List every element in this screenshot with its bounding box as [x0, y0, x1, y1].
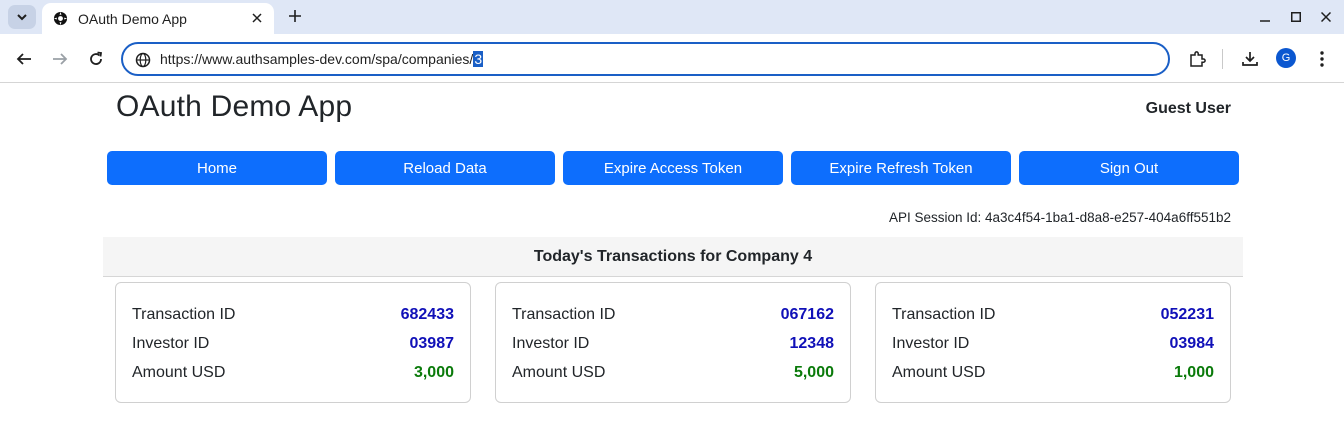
url-text[interactable]: https://www.authsamples-dev.com/spa/comp… — [160, 51, 484, 67]
back-button[interactable] — [11, 46, 37, 72]
chevron-down-icon — [17, 14, 27, 21]
amount-value: 3,000 — [413, 364, 454, 381]
amount-value: 1,000 — [1173, 364, 1214, 381]
downloads-button[interactable] — [1237, 46, 1263, 72]
browser-toolbar: https://www.authsamples-dev.com/spa/comp… — [0, 34, 1344, 83]
amount-label: Amount USD — [132, 364, 226, 381]
maximize-button[interactable] — [1285, 6, 1307, 28]
reload-icon — [90, 51, 103, 65]
investor-id-value: 03984 — [1169, 335, 1215, 352]
transaction-card: Transaction ID 052231 Investor ID 03984 … — [875, 282, 1231, 403]
minimize-button[interactable] — [1254, 6, 1276, 28]
url-prefix: https://www.authsamples-dev.com/spa/comp… — [160, 51, 474, 67]
api-session-id: API Session Id: 4a3c4f54-1ba1-d8a8-e257-… — [888, 210, 1231, 225]
tab-strip: OAuth Demo App — [0, 0, 1344, 34]
transaction-card: Transaction ID 682433 Investor ID 03987 … — [115, 282, 471, 403]
amount-label: Amount USD — [892, 364, 986, 381]
investor-id-row: Investor ID 03987 — [132, 333, 454, 355]
download-icon — [1242, 52, 1258, 66]
transaction-id-value: 052231 — [1160, 306, 1214, 323]
app-title: OAuth Demo App — [116, 90, 353, 123]
transaction-id-row: Transaction ID 067162 — [512, 304, 834, 326]
site-info-icon[interactable] — [134, 51, 152, 69]
transaction-id-value: 682433 — [400, 306, 454, 323]
tab-search-button[interactable] — [8, 5, 36, 29]
favicon-icon — [52, 11, 68, 27]
amount-value: 5,000 — [793, 364, 834, 381]
amount-row: Amount USD 1,000 — [892, 362, 1214, 384]
page-content: OAuth Demo App Guest User Home Reload Da… — [0, 84, 1344, 425]
browser-tab[interactable]: OAuth Demo App — [42, 3, 274, 34]
transaction-id-value: 067162 — [780, 306, 834, 323]
amount-row: Amount USD 3,000 — [132, 362, 454, 384]
profile-avatar[interactable]: G — [1276, 48, 1296, 68]
browser-menu-button[interactable] — [1309, 46, 1335, 72]
toolbar-divider — [1222, 49, 1223, 69]
expire-access-token-button[interactable]: Expire Access Token — [563, 151, 783, 185]
transaction-card: Transaction ID 067162 Investor ID 12348 … — [495, 282, 851, 403]
investor-id-label: Investor ID — [892, 335, 970, 352]
puzzle-icon — [1190, 51, 1206, 67]
reload-button[interactable] — [83, 46, 109, 72]
new-tab-button[interactable] — [283, 4, 307, 28]
transaction-id-label: Transaction ID — [512, 306, 616, 323]
url-selection: 3 — [473, 51, 484, 67]
transaction-id-label: Transaction ID — [892, 306, 996, 323]
close-icon — [1321, 12, 1331, 22]
forward-button[interactable] — [47, 46, 73, 72]
close-window-button[interactable] — [1315, 6, 1337, 28]
panel-title: Today's Transactions for Company 4 — [533, 247, 813, 265]
amount-row: Amount USD 5,000 — [512, 362, 834, 384]
investor-id-row: Investor ID 03984 — [892, 333, 1214, 355]
extensions-button[interactable] — [1184, 46, 1210, 72]
transactions-header: Today's Transactions for Company 4 — [103, 237, 1243, 277]
investor-id-value: 03987 — [409, 335, 455, 352]
user-name: Guest User — [1145, 100, 1231, 117]
transaction-id-row: Transaction ID 052231 — [892, 304, 1214, 326]
minimize-icon — [1260, 20, 1270, 22]
amount-label: Amount USD — [512, 364, 606, 381]
maximize-icon — [1291, 12, 1301, 22]
reload-data-button[interactable]: Reload Data — [335, 151, 555, 185]
transaction-id-label: Transaction ID — [132, 306, 236, 323]
more-vertical-icon — [1320, 51, 1324, 67]
expire-refresh-token-button[interactable]: Expire Refresh Token — [791, 151, 1011, 185]
transaction-id-row: Transaction ID 682433 — [132, 304, 454, 326]
sign-out-button[interactable]: Sign Out — [1019, 151, 1239, 185]
investor-id-row: Investor ID 12348 — [512, 333, 834, 355]
investor-id-value: 12348 — [789, 335, 835, 352]
investor-id-label: Investor ID — [132, 335, 210, 352]
address-bar[interactable]: https://www.authsamples-dev.com/spa/comp… — [121, 42, 1170, 76]
arrow-left-icon — [16, 53, 31, 65]
close-tab-icon[interactable] — [248, 9, 266, 27]
home-button[interactable]: Home — [107, 151, 327, 185]
arrow-right-icon — [53, 53, 68, 65]
plus-icon — [289, 10, 301, 22]
investor-id-label: Investor ID — [512, 335, 590, 352]
tab-title: OAuth Demo App — [78, 10, 187, 27]
